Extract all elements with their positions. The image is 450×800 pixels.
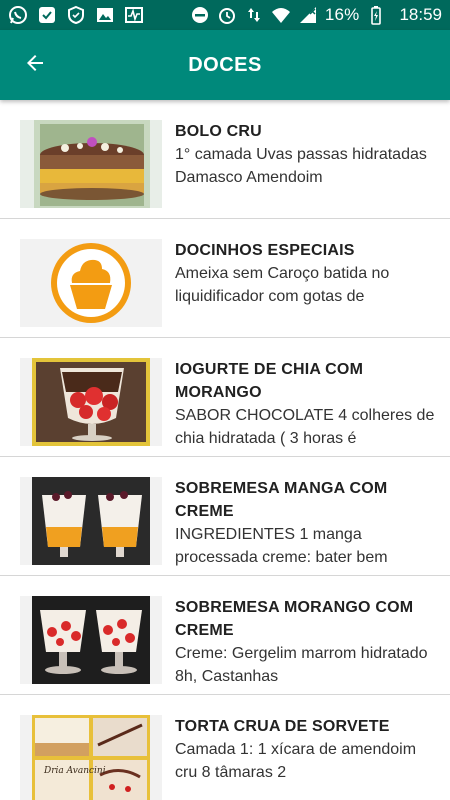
whatsapp-icon [8, 5, 28, 25]
activity-icon [124, 5, 144, 25]
do-not-disturb-icon [190, 5, 210, 25]
list-item[interactable]: SOBREMESA MANGA COM CREME INGREDIENTES 1… [0, 457, 450, 576]
list-item[interactable]: Dria Avancini TORTA CRUA DE SORVETE Cama… [0, 695, 450, 800]
item-description: SABOR CHOCOLATE 4 colheres de chia hidra… [175, 407, 435, 447]
item-title: DOCINHOS ESPECIAIS [175, 242, 355, 259]
item-description: Creme: Gergelim marrom hidratado 8h, Cas… [175, 645, 428, 685]
signal-icon [298, 5, 318, 25]
item-title: SOBREMESA MANGA COM CREME [175, 480, 388, 520]
wifi-icon [271, 5, 291, 25]
item-title: SOBREMESA MORANGO COM CREME [175, 599, 414, 639]
item-title: IOGURTE DE CHIA COM MORANGO [175, 361, 364, 401]
shield-icon [66, 5, 86, 25]
battery-percent: 16% [324, 5, 360, 24]
item-description: INGREDIENTES 1 manga processada creme: b… [175, 526, 388, 566]
cake-photo [20, 120, 162, 208]
data-arrows-icon [244, 5, 264, 25]
item-title: TORTA CRUA DE SORVETE [175, 718, 390, 735]
arrow-back-icon [23, 51, 47, 80]
image-icon [95, 5, 115, 25]
app-bar: DOCES [0, 30, 450, 100]
mango-dessert-photo [20, 477, 162, 565]
list-item[interactable]: DOCINHOS ESPECIAIS Ameixa sem Caroço bat… [0, 219, 450, 338]
item-description: Camada 1: 1 xícara de amendoim cru 8 tâm… [175, 741, 417, 781]
clock: 18:59 [399, 5, 442, 24]
list-item[interactable]: BOLO CRU 1° camada Uvas passas hidratada… [0, 100, 450, 219]
item-title: BOLO CRU [175, 123, 262, 140]
image-caption: Dria Avancini [43, 766, 106, 776]
status-bar: 16% 18:59 [0, 0, 450, 30]
item-description: Ameixa sem Caroço batida no liquidificad… [175, 265, 390, 305]
item-description: 1° camada Uvas passas hidratadas Damasco… [175, 146, 427, 186]
ice-cream-pie-photo: Dria Avancini [20, 715, 162, 800]
cupcake-icon [20, 239, 162, 327]
recipe-list: BOLO CRU 1° camada Uvas passas hidratada… [0, 100, 450, 800]
list-item[interactable]: SOBREMESA MORANGO COM CREME Creme: Gerge… [0, 576, 450, 695]
list-item[interactable]: IOGURTE DE CHIA COM MORANGO SABOR CHOCOL… [0, 338, 450, 457]
battery-charging-icon [366, 5, 386, 25]
alarm-icon [217, 5, 237, 25]
back-button[interactable] [0, 30, 70, 100]
strawberry-yogurt-photo [20, 358, 162, 446]
strawberry-dessert-photo [20, 596, 162, 684]
shield-check-icon [37, 5, 57, 25]
